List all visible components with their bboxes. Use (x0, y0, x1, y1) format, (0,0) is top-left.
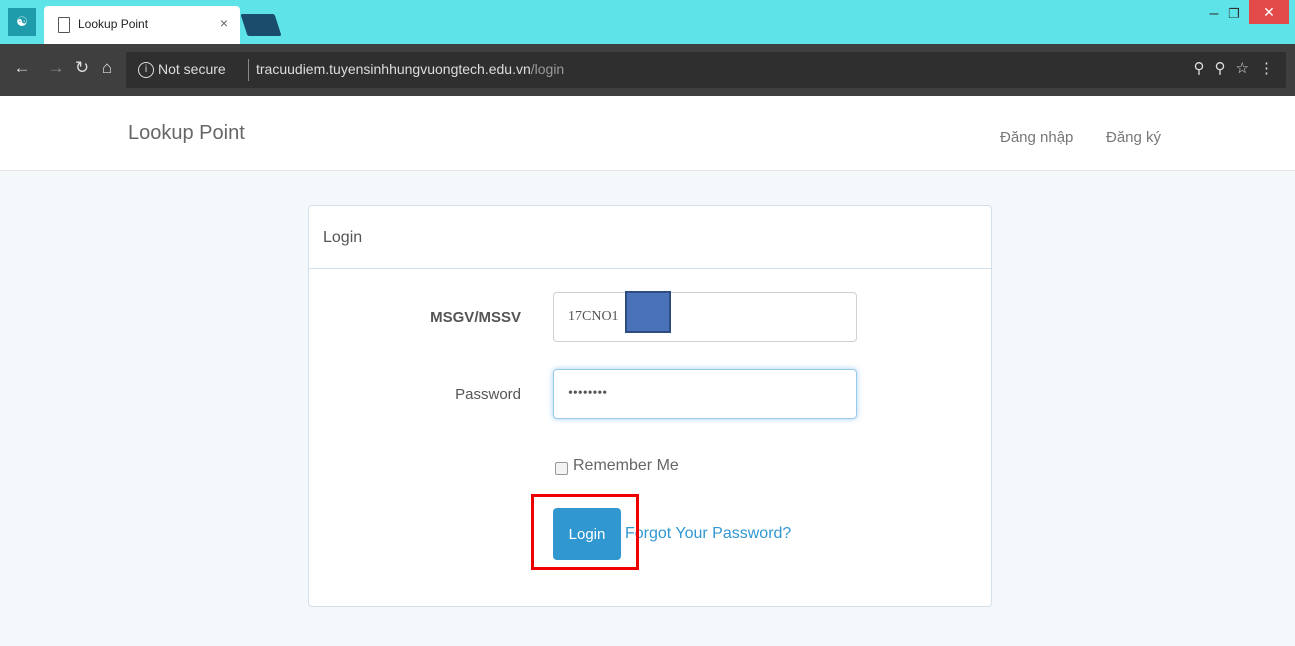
browser-tab-strip: ☯ Lookup Point × – ❐ ✕ (0, 0, 1295, 44)
url-field[interactable]: i Not secure tracuudiem.tuyensinhhungvuo… (126, 52, 1286, 88)
url-text[interactable]: tracuudiem.tuyensinhhungvuongtech.edu.vn… (256, 61, 564, 77)
remember-label[interactable]: Remember Me (573, 457, 679, 475)
back-icon[interactable]: ← (12, 58, 32, 78)
nav-register-link[interactable]: Đăng ký (1106, 129, 1161, 146)
tab-title: Lookup Point (78, 17, 149, 31)
password-label: Password (455, 386, 521, 403)
nav-login-link[interactable]: Đăng nhập (1000, 129, 1073, 146)
card-header: Login (309, 206, 991, 269)
tab-close-icon[interactable]: × (220, 15, 228, 31)
highlight-box (531, 494, 639, 570)
menu-icon[interactable]: ⋮ (1259, 60, 1274, 77)
page-content: Login MSGV/MSSV Password Remember Me Log… (0, 171, 1295, 646)
browser-tab[interactable]: Lookup Point × (44, 6, 240, 44)
star-icon[interactable]: ☆ (1236, 60, 1249, 77)
site-navbar: Lookup Point Đăng nhập Đăng ký (0, 96, 1295, 171)
minimize-icon[interactable]: – (1204, 4, 1224, 24)
login-card: Login MSGV/MSSV Password Remember Me Log… (308, 205, 992, 607)
brand-link[interactable]: Lookup Point (128, 122, 245, 145)
window-close-icon[interactable]: ✕ (1249, 0, 1289, 24)
incognito-icon: ☯ (8, 8, 36, 36)
omnibox-icons: ⚲ ⚲ ☆ ⋮ (1184, 59, 1274, 77)
msgv-label: MSGV/MSSV (430, 309, 521, 326)
msgv-input[interactable] (553, 292, 857, 342)
home-icon[interactable]: ⌂ (97, 58, 117, 78)
key-icon[interactable]: ⚲ (1215, 60, 1226, 77)
divider (248, 59, 249, 81)
card-title: Login (323, 229, 363, 246)
password-input[interactable] (553, 369, 857, 419)
remember-checkbox[interactable] (555, 462, 568, 475)
forward-icon[interactable]: → (46, 58, 66, 78)
url-path: /login (530, 61, 565, 77)
url-host: tracuudiem.tuyensinhhungvuongtech.edu.vn (256, 61, 531, 77)
security-label[interactable]: Not secure (158, 61, 226, 77)
reload-icon[interactable]: ↻ (72, 58, 92, 78)
redaction-box (625, 291, 671, 333)
page-icon (58, 17, 70, 33)
new-tab-button[interactable] (240, 14, 282, 36)
zoom-icon[interactable]: ⚲ (1194, 60, 1205, 77)
maximize-icon[interactable]: ❐ (1226, 6, 1242, 22)
forgot-password-link[interactable]: Forgot Your Password? (625, 525, 791, 543)
address-bar: ← → ↻ ⌂ i Not secure tracuudiem.tuyensin… (0, 44, 1295, 96)
info-icon[interactable]: i (138, 62, 154, 78)
